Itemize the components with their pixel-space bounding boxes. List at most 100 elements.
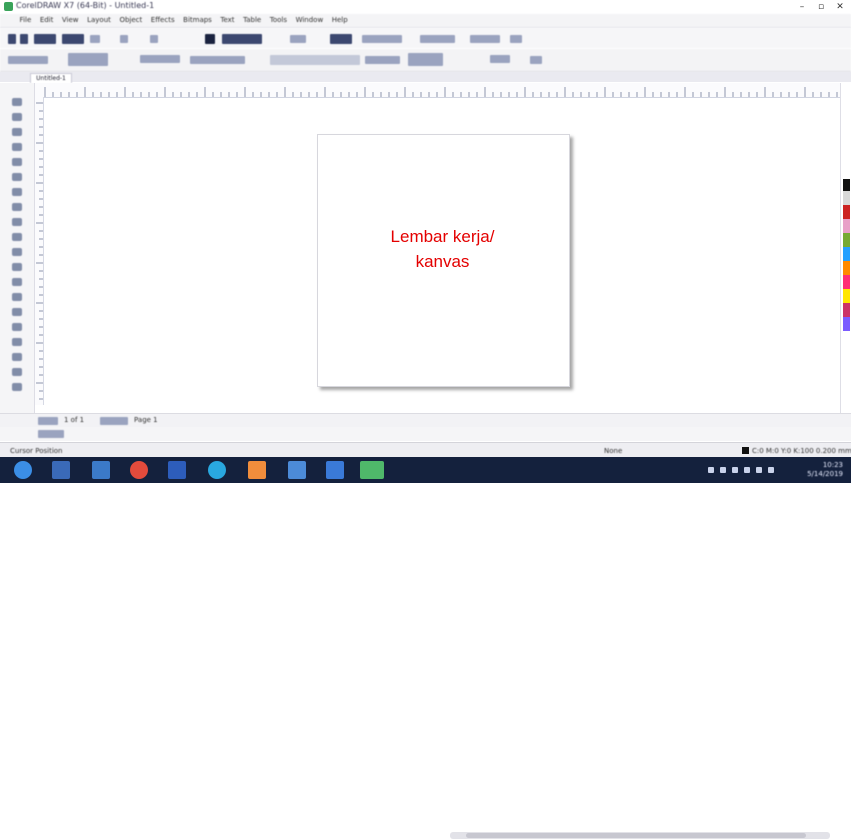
save-icon[interactable] bbox=[34, 34, 56, 44]
menu-file[interactable]: File bbox=[17, 14, 35, 27]
start-icon[interactable] bbox=[14, 461, 32, 479]
menu-view[interactable]: View bbox=[59, 14, 82, 27]
rectangle-tool-icon[interactable] bbox=[9, 187, 25, 197]
palette-swatch[interactable] bbox=[843, 317, 850, 331]
open-icon[interactable] bbox=[20, 34, 28, 44]
palette-swatch[interactable] bbox=[843, 233, 850, 247]
connector-tool-icon[interactable] bbox=[9, 277, 25, 287]
scroll-thumb[interactable] bbox=[466, 833, 806, 838]
duplicate-distance[interactable] bbox=[408, 53, 443, 66]
restore-button[interactable]: ▫ bbox=[814, 0, 828, 14]
menu-table[interactable]: Table bbox=[240, 14, 264, 27]
coreldraw-icon[interactable] bbox=[360, 461, 384, 479]
word-icon[interactable] bbox=[326, 461, 344, 479]
units-field[interactable] bbox=[270, 55, 360, 65]
redo-icon[interactable] bbox=[150, 35, 158, 43]
palette-swatch[interactable] bbox=[843, 191, 850, 205]
status-fill: None bbox=[604, 447, 623, 455]
clock[interactable]: 10:23 5/14/2019 bbox=[807, 461, 843, 479]
print-icon[interactable] bbox=[62, 34, 84, 44]
palette-swatch[interactable] bbox=[843, 331, 850, 345]
fill-tool-icon[interactable] bbox=[9, 352, 25, 362]
palette-swatch[interactable] bbox=[843, 179, 850, 191]
menu-effects[interactable]: Effects bbox=[148, 14, 178, 27]
document-tabs: Untitled-1 bbox=[0, 72, 851, 83]
page-layout-icons[interactable] bbox=[490, 55, 510, 63]
folder-icon[interactable] bbox=[288, 461, 306, 479]
options-icon[interactable] bbox=[362, 35, 402, 43]
help-icon[interactable] bbox=[510, 35, 522, 43]
palette-swatch[interactable] bbox=[843, 247, 850, 261]
welcome-icon[interactable] bbox=[470, 35, 500, 43]
polygon-tool-icon[interactable] bbox=[9, 217, 25, 227]
dimension-tool-icon[interactable] bbox=[9, 262, 25, 272]
chrome-icon[interactable] bbox=[130, 461, 148, 479]
canvas-annotation-line-1: Lembar kerja/ bbox=[390, 227, 495, 246]
page-size-dropdown[interactable] bbox=[8, 56, 48, 64]
window-title: CorelDRAW X7 (64-Bit) - Untitled-1 bbox=[16, 1, 155, 10]
ellipse-tool-icon[interactable] bbox=[9, 202, 25, 212]
cut-icon[interactable] bbox=[90, 35, 100, 43]
close-button[interactable]: ✕ bbox=[833, 0, 847, 14]
canvas-annotation: Lembar kerja/ kanvas bbox=[317, 224, 568, 274]
artistic-media-icon[interactable] bbox=[9, 172, 25, 182]
orientation-icons[interactable] bbox=[140, 55, 180, 63]
new-icon[interactable] bbox=[8, 34, 16, 44]
interactive-tool-icon[interactable] bbox=[9, 292, 25, 302]
page-tab[interactable]: Page 1 bbox=[134, 416, 158, 424]
menu-edit[interactable]: Edit bbox=[37, 14, 57, 27]
palette-swatch[interactable] bbox=[843, 289, 850, 303]
launch-icon[interactable] bbox=[420, 35, 455, 43]
import-icon[interactable] bbox=[205, 34, 215, 44]
table-tool-icon[interactable] bbox=[9, 247, 25, 257]
vertical-ruler bbox=[35, 97, 44, 405]
add-tool-icon[interactable] bbox=[9, 382, 25, 392]
snap-to-icon[interactable] bbox=[330, 34, 352, 44]
page-dimensions[interactable] bbox=[68, 53, 108, 66]
export-icon[interactable] bbox=[222, 34, 262, 44]
page-navigator: 1 of 1 Page 1 bbox=[0, 413, 851, 839]
menu-layout[interactable]: Layout bbox=[84, 14, 114, 27]
add-page-icon[interactable] bbox=[100, 417, 128, 425]
page-nav-buttons[interactable] bbox=[38, 417, 58, 425]
palette-swatch[interactable] bbox=[843, 261, 850, 275]
shape-tool-icon[interactable] bbox=[9, 112, 25, 122]
nudge-distance[interactable] bbox=[365, 56, 400, 64]
palette-swatch[interactable] bbox=[843, 205, 850, 219]
minimize-button[interactable]: – bbox=[795, 0, 809, 14]
crop-tool-icon[interactable] bbox=[9, 127, 25, 137]
file-manager-icon[interactable] bbox=[52, 461, 70, 479]
horizontal-scrollbar[interactable] bbox=[450, 832, 830, 839]
text-tool-icon[interactable] bbox=[9, 232, 25, 242]
edge-icon[interactable] bbox=[208, 461, 226, 479]
outline-tool-icon[interactable] bbox=[9, 337, 25, 347]
transparency-tool-icon[interactable] bbox=[9, 307, 25, 317]
color-palette bbox=[840, 83, 851, 413]
smart-fill-icon[interactable] bbox=[9, 367, 25, 377]
menu-text[interactable]: Text bbox=[217, 14, 237, 27]
mail-icon[interactable] bbox=[168, 461, 186, 479]
palette-swatch[interactable] bbox=[843, 303, 850, 317]
menu-help[interactable]: Help bbox=[329, 14, 351, 27]
settings-icon[interactable] bbox=[530, 56, 542, 64]
media-icon[interactable] bbox=[92, 461, 110, 479]
page-count: 1 of 1 bbox=[64, 416, 85, 424]
pick-tool-icon[interactable] bbox=[9, 97, 25, 107]
tab-untitled[interactable]: Untitled-1 bbox=[30, 73, 72, 83]
menu-window[interactable]: Window bbox=[293, 14, 327, 27]
zoom-tool-icon[interactable] bbox=[9, 142, 25, 152]
zoom-page-icon[interactable] bbox=[38, 430, 64, 438]
menu-object[interactable]: Object bbox=[116, 14, 145, 27]
undo-icon[interactable] bbox=[120, 35, 128, 43]
zoom-level[interactable] bbox=[290, 35, 306, 43]
clock-date: 5/14/2019 bbox=[807, 470, 843, 478]
palette-swatch[interactable] bbox=[843, 219, 850, 233]
menu-bitmaps[interactable]: Bitmaps bbox=[180, 14, 215, 27]
palette-swatch[interactable] bbox=[843, 275, 850, 289]
menu-tools[interactable]: Tools bbox=[267, 14, 290, 27]
eyedropper-tool-icon[interactable] bbox=[9, 322, 25, 332]
app-icon bbox=[4, 2, 13, 11]
units-dropdown[interactable] bbox=[190, 56, 245, 64]
store-icon[interactable] bbox=[248, 461, 266, 479]
freehand-tool-icon[interactable] bbox=[9, 157, 25, 167]
